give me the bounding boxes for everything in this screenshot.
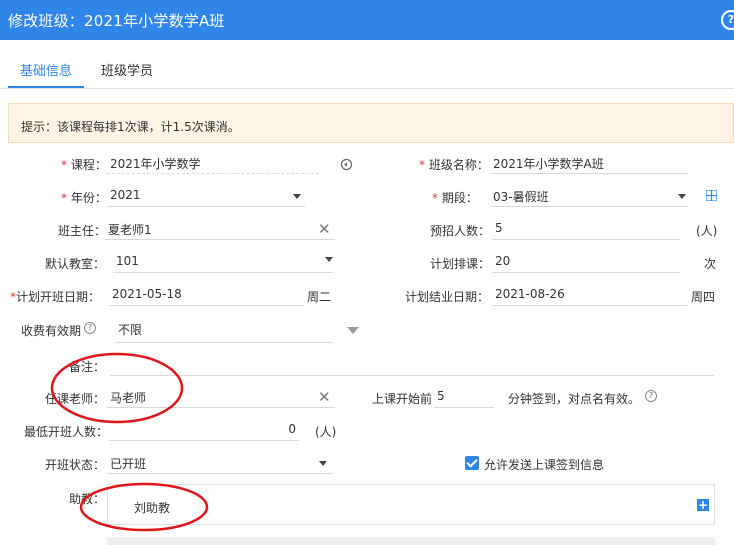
tab-bar: 基础信息 班级学员: [0, 40, 734, 89]
term-label: * 期段：: [432, 191, 478, 205]
active-tab-indicator: [8, 86, 84, 88]
bottom-scroll-bar: [107, 537, 715, 545]
head-teacher-label: 班主任：: [58, 224, 107, 238]
course-field[interactable]: 2021年小学数学: [107, 152, 319, 174]
chevron-down-icon: [319, 461, 327, 466]
start-date-label: *计划开班日期：: [10, 290, 101, 304]
add-assistant-button[interactable]: +: [697, 499, 709, 511]
course-label: * 课程：: [61, 158, 107, 172]
fee-validity-select[interactable]: 不限: [115, 318, 333, 343]
classroom-select[interactable]: 101: [113, 251, 333, 273]
head-teacher-input[interactable]: 夏老师1: [105, 218, 335, 240]
remark-label: 备注：: [69, 360, 106, 374]
send-checkin-label: 允许发送上课签到信息: [484, 458, 605, 472]
fee-validity-label: 收费有效期: [21, 324, 82, 338]
chevron-down-icon[interactable]: [347, 327, 359, 334]
clear-icon[interactable]: ✕: [318, 390, 331, 405]
tab-class-students[interactable]: 班级学员: [101, 60, 153, 79]
tip-banner: 提示：该课程每排1次课，计1.5次课消。: [8, 103, 734, 143]
term-select[interactable]: 03-暑假班: [490, 185, 688, 207]
clear-icon[interactable]: ✕: [318, 222, 331, 237]
assistant-label: 助教：: [69, 492, 106, 506]
end-date-input[interactable]: 2021-08-26: [492, 284, 687, 306]
year-label: * 年份：: [61, 191, 107, 205]
help-icon[interactable]: ?: [645, 390, 657, 402]
checkin-suffix: 分钟签到，对点名有效。: [508, 392, 641, 406]
end-weekday: 周四: [691, 290, 716, 304]
enroll-count-unit: (人): [696, 224, 718, 238]
assistant-box: 刘助教: [107, 484, 715, 525]
enroll-count-label: 预招人数：: [430, 224, 491, 238]
status-label: 开班状态：: [45, 458, 106, 472]
teacher-label: 任课老师：: [45, 392, 106, 406]
status-select[interactable]: 已开班: [107, 452, 333, 474]
chevron-down-icon: [293, 194, 301, 199]
checkin-label: 上课开始前: [372, 392, 433, 406]
enroll-count-input[interactable]: 5: [492, 218, 680, 240]
teacher-input[interactable]: 马老师: [107, 386, 335, 408]
chevron-down-icon: [678, 194, 686, 199]
help-icon[interactable]: ?: [721, 10, 734, 30]
assistant-tag[interactable]: 刘助教: [134, 499, 170, 516]
remark-input[interactable]: [110, 354, 714, 376]
tab-basic-info[interactable]: 基础信息: [20, 60, 72, 79]
min-students-input[interactable]: 0: [109, 419, 299, 441]
class-name-input[interactable]: 2021年小学数学A班: [490, 152, 688, 174]
planned-lessons-label: 计划排课：: [430, 257, 491, 271]
planned-lessons-input[interactable]: 20: [492, 251, 680, 273]
checkin-minutes-input[interactable]: 5: [434, 386, 494, 408]
window-title: 修改班级：2021年小学数学A班: [8, 12, 225, 30]
start-weekday: 周二: [307, 290, 332, 304]
help-icon[interactable]: ?: [84, 322, 96, 334]
send-checkin-checkbox[interactable]: [465, 456, 479, 470]
tip-text: 提示：该课程每排1次课，计1.5次课消。: [21, 120, 240, 134]
planned-lessons-unit: 次: [704, 257, 717, 271]
grid-icon[interactable]: [706, 190, 717, 201]
year-select[interactable]: 2021: [107, 185, 305, 207]
chevron-down-icon: [325, 257, 333, 262]
class-name-label: * 班级名称：: [419, 158, 489, 172]
end-date-label: 计划结业日期：: [405, 290, 490, 304]
start-date-input[interactable]: 2021-05-18: [109, 284, 304, 306]
min-students-unit: (人): [315, 425, 337, 439]
refresh-icon[interactable]: [339, 157, 354, 172]
min-students-label: 最低开班人数：: [24, 425, 109, 439]
title-bar: 修改班级：2021年小学数学A班 ?: [0, 0, 734, 40]
classroom-label: 默认教室：: [45, 257, 106, 271]
